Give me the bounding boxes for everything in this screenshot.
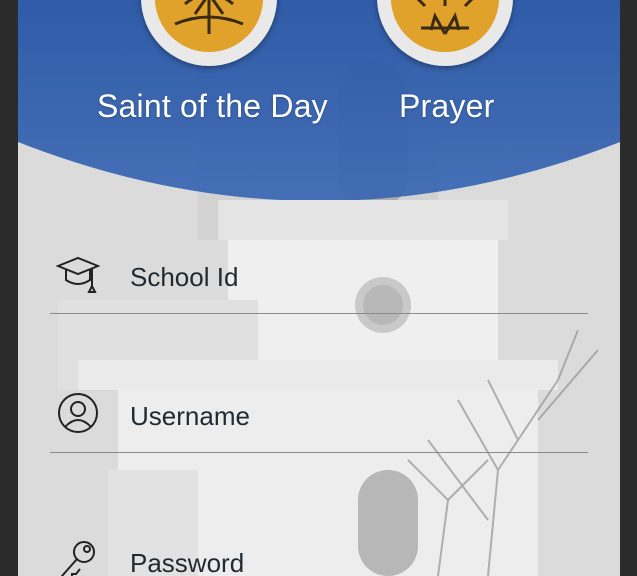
- username-underline: [50, 452, 588, 453]
- praying-hands-icon: [391, 0, 499, 52]
- user-icon: [58, 393, 98, 433]
- school-id-underline: [50, 313, 588, 314]
- username-placeholder: Username: [130, 401, 250, 431]
- prayer-label[interactable]: Prayer: [399, 88, 494, 125]
- password-field[interactable]: Password: [50, 530, 588, 576]
- password-placeholder: Password: [130, 548, 245, 576]
- school-id-placeholder: School Id: [130, 262, 239, 292]
- login-screen: Saint of the Day Prayer School Id Userna…: [18, 0, 620, 576]
- graduation-cap-icon: [56, 256, 100, 293]
- saint-icon: [155, 0, 263, 52]
- saint-of-the-day-label[interactable]: Saint of the Day: [97, 88, 328, 125]
- username-field[interactable]: Username: [50, 383, 588, 453]
- key-icon: [61, 541, 95, 576]
- school-id-field[interactable]: School Id: [50, 244, 588, 314]
